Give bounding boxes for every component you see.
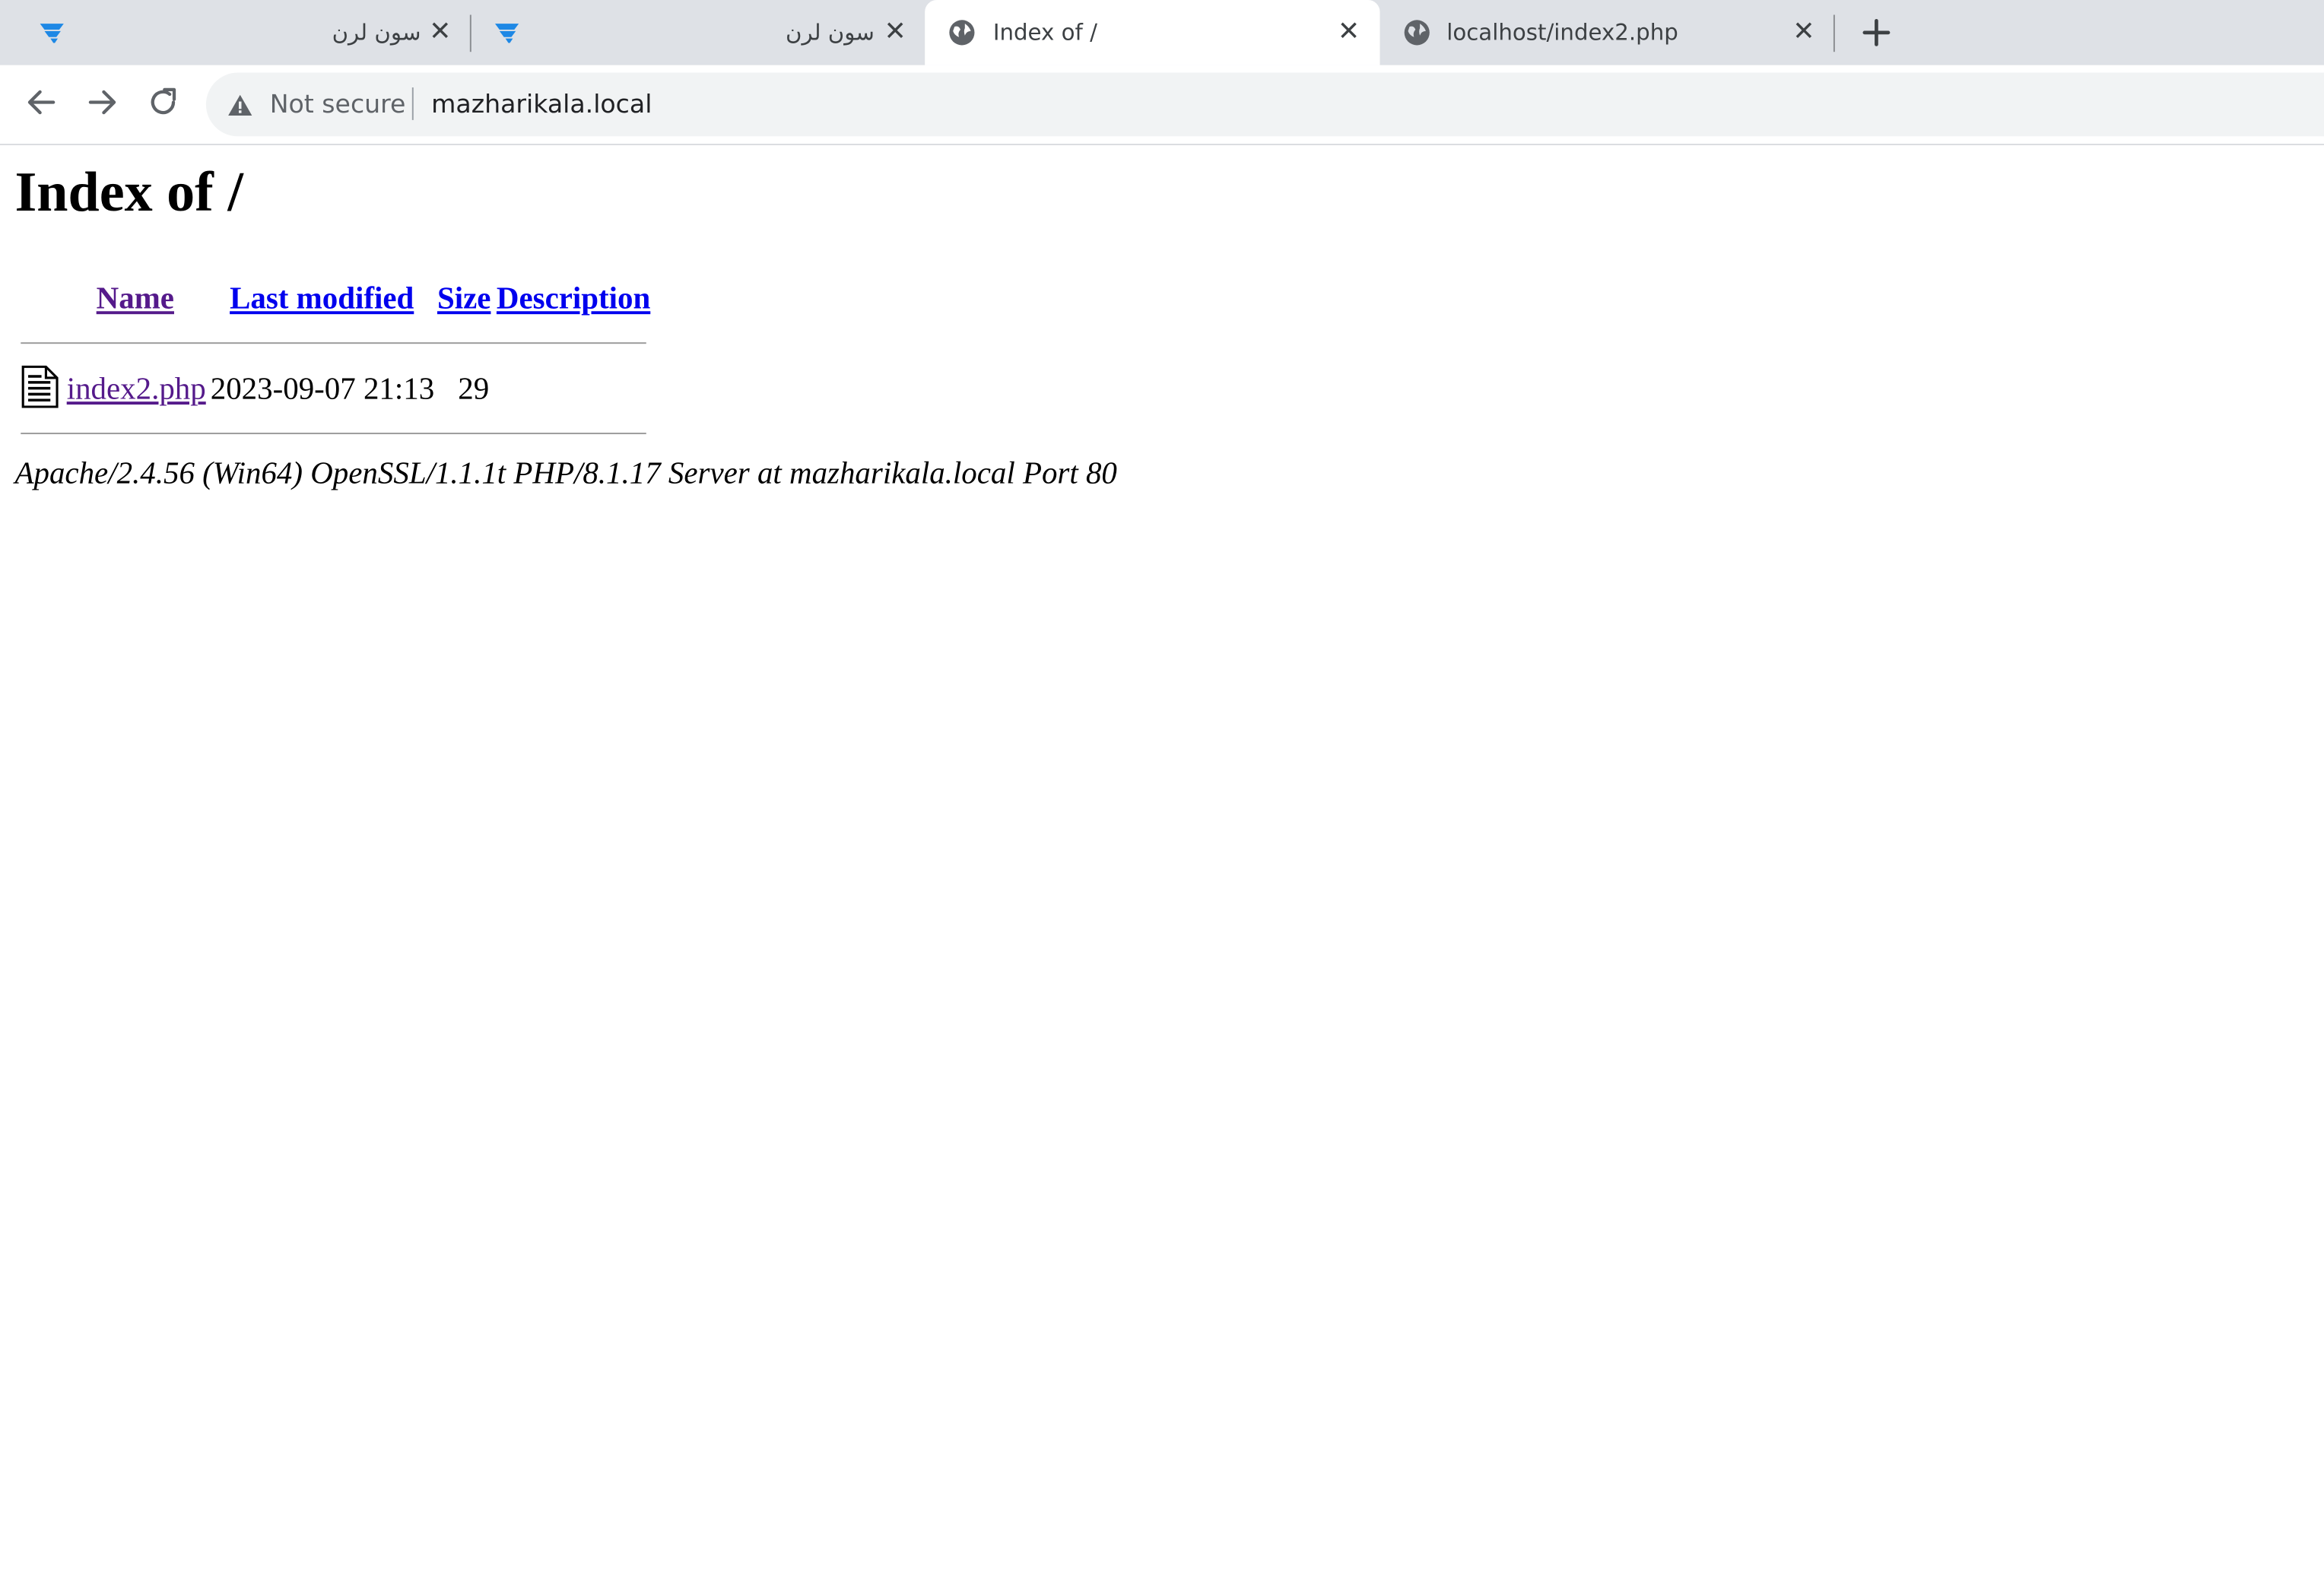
divider xyxy=(21,342,646,344)
toolbar: Not secure mazharikala.local xyxy=(0,65,2324,146)
server-signature: Apache/2.4.56 (Win64) OpenSSL/1.1.1t PHP… xyxy=(14,455,1117,491)
tab-title: Index of / xyxy=(992,19,1097,46)
tab-title: سون لرن xyxy=(785,19,875,46)
tab-sevenlearn-1[interactable]: سون لرن ✕ xyxy=(14,0,459,65)
tab-title: سون لرن xyxy=(332,19,421,46)
file-link[interactable]: index2.php xyxy=(67,370,206,408)
tab-sevenlearn-2[interactable]: سون لرن ✕ xyxy=(471,0,916,65)
url-text[interactable]: mazharikala.local xyxy=(431,90,652,120)
file-size: 29 xyxy=(458,370,490,407)
tab-strip: سون لرن ✕ سون لرن ✕ Index of / ✕ localho… xyxy=(0,0,2324,65)
forward-arrow-icon[interactable] xyxy=(84,84,120,120)
text-file-icon xyxy=(21,365,59,408)
reload-icon[interactable] xyxy=(145,84,181,120)
column-header-size[interactable]: Size xyxy=(437,280,491,317)
page-title: Index of / xyxy=(14,161,243,224)
tab-index-of-root[interactable]: Index of / ✕ xyxy=(925,0,1380,65)
omnibox-divider xyxy=(411,87,414,120)
address-bar[interactable]: Not secure mazharikala.local xyxy=(205,72,2324,137)
tab-title: localhost/index2.php xyxy=(1446,19,1678,46)
close-icon[interactable]: ✕ xyxy=(881,16,910,46)
page-content: Index of / Name Last modified Size Descr… xyxy=(0,145,2324,1540)
close-icon[interactable]: ✕ xyxy=(1334,16,1364,46)
tab-separator xyxy=(1833,14,1835,52)
sevenlearn-logo-icon xyxy=(494,24,519,43)
back-arrow-icon[interactable] xyxy=(24,84,59,120)
warning-triangle-icon[interactable] xyxy=(227,94,253,117)
divider xyxy=(21,433,646,435)
globe-icon xyxy=(1404,20,1430,46)
column-header-name[interactable]: Name xyxy=(97,280,174,317)
browser-window: سون لرن ✕ سون لرن ✕ Index of / ✕ localho… xyxy=(0,0,2324,1540)
globe-icon xyxy=(949,20,975,46)
new-tab-plus-icon[interactable] xyxy=(1859,14,1894,50)
security-status-label[interactable]: Not secure xyxy=(270,90,406,120)
close-icon[interactable]: ✕ xyxy=(1789,16,1818,46)
column-header-description[interactable]: Description xyxy=(497,280,650,317)
sevenlearn-logo-icon xyxy=(40,24,64,43)
tab-localhost-index2[interactable]: localhost/index2.php ✕ xyxy=(1381,0,1826,65)
column-header-last-modified[interactable]: Last modified xyxy=(230,280,414,317)
file-last-modified: 2023-09-07 21:13 xyxy=(210,370,435,407)
close-icon[interactable]: ✕ xyxy=(425,16,455,46)
